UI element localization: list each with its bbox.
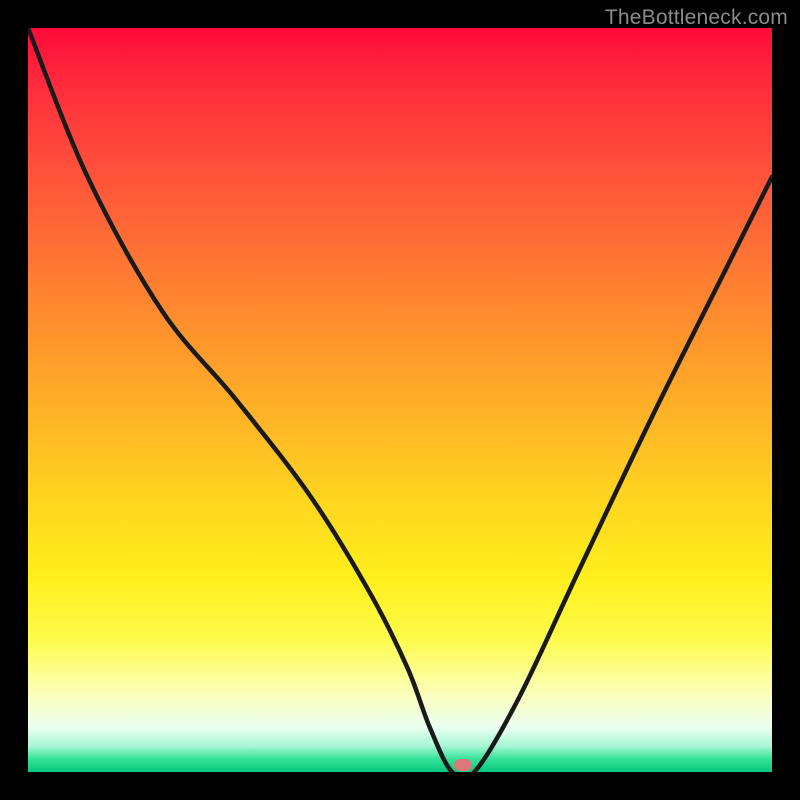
watermark-text: TheBottleneck.com [605, 6, 788, 30]
chart-frame: TheBottleneck.com [0, 0, 800, 800]
optimum-marker [454, 759, 472, 771]
plot-area [28, 28, 772, 772]
bottleneck-curve [28, 28, 772, 772]
